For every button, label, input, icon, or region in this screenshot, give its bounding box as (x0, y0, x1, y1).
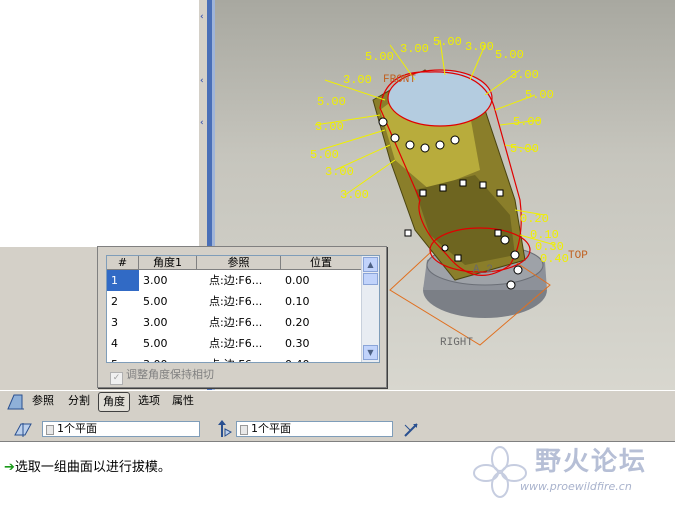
drag-handle[interactable] (390, 133, 400, 143)
drag-handle[interactable] (496, 189, 504, 197)
datum-label-front: FRONT (383, 74, 416, 86)
draft-surfaces-value: 1个平面 (57, 422, 97, 435)
drag-handle[interactable] (419, 189, 427, 197)
dim-label: 3.00 (465, 40, 494, 54)
dim-label: 5.00 (433, 35, 462, 49)
arrow-right-icon: ➔ (4, 460, 15, 475)
draft-angle-table[interactable]: # 角度1 参照 位置 1 3.00 点:边:F6... 0.00 2 5.00… (106, 255, 380, 363)
table-cell-ref[interactable]: 点:边:F6... (197, 291, 281, 312)
prompt-text: 选取一组曲面以进行拔模。 (14, 460, 171, 475)
flip-direction-icon[interactable] (402, 421, 420, 439)
table-cell-num[interactable]: 5 (107, 354, 139, 362)
table-cell-ref[interactable]: 点:边:F6... (197, 333, 281, 354)
table-cell-angle[interactable]: 3.00 (139, 354, 197, 362)
drag-handle[interactable] (405, 140, 415, 150)
tab-options[interactable]: 选项 (136, 392, 162, 410)
watermark-text: 野火论坛 (535, 447, 648, 477)
draft-surfaces-collector[interactable]: 1个平面 (42, 421, 200, 437)
drag-handle[interactable] (494, 229, 502, 237)
collector-icon (240, 425, 248, 435)
chevron-left-icon[interactable]: ‹ (200, 77, 206, 86)
collector-icon (46, 425, 54, 435)
table-cell-ref[interactable]: 点:边:F6... (197, 270, 281, 291)
drag-handle[interactable] (479, 181, 487, 189)
drag-handle[interactable] (454, 254, 462, 262)
table-cell-num[interactable]: 4 (107, 333, 139, 354)
table-cell-pos[interactable]: 0.20 (281, 312, 362, 333)
dim-label: 5.00 (310, 148, 339, 162)
col-header-ref[interactable]: 参照 (197, 256, 281, 270)
dim-label: 3.00 (510, 68, 539, 82)
drag-handle[interactable] (510, 250, 520, 260)
table-cell-angle[interactable]: 5.00 (139, 291, 197, 312)
table-cell-num[interactable]: 2 (107, 291, 139, 312)
drag-handle[interactable] (450, 135, 460, 145)
draft-feature-icon (7, 394, 24, 410)
draft-angle-table-panel: # 角度1 参照 位置 1 3.00 点:边:F6... 0.00 2 5.00… (97, 246, 387, 388)
dim-label: 3.00 (400, 42, 429, 56)
tab-angles[interactable]: 角度 (98, 392, 130, 412)
pull-direction-collector[interactable]: 1个平面 (236, 421, 393, 437)
dim-label: 0.40 (540, 252, 569, 266)
table-cell-num[interactable]: 3 (107, 312, 139, 333)
keep-tangent-checkbox[interactable]: ✓ 调整角度保持相切 (110, 366, 214, 385)
draft-hinge-icon (218, 420, 232, 437)
drag-handle[interactable] (459, 179, 467, 187)
table-cell-pos[interactable]: 0.40 (281, 354, 362, 362)
table-cell-ref[interactable]: 点:边:F6... (197, 354, 281, 362)
draft-surface-icon (14, 423, 32, 437)
table-cell-angle[interactable]: 3.00 (139, 312, 197, 333)
keep-tangent-label: 调整角度保持相切 (126, 368, 214, 381)
dim-label: 5.00 (317, 95, 346, 109)
draft-dashboard: 参照 分割 角度 选项 属性 1个平面 1个平面 (0, 390, 675, 442)
table-cell-num[interactable]: 1 (107, 270, 139, 291)
drag-handle[interactable] (435, 140, 445, 150)
dim-label: 3.00 (340, 188, 369, 202)
datum-label-right: RIGHT (440, 337, 473, 349)
chevron-left-icon[interactable]: ‹ (200, 119, 206, 128)
scroll-down-icon[interactable]: ▼ (363, 345, 378, 360)
table-cell-pos[interactable]: 0.10 (281, 291, 362, 312)
drag-handle[interactable] (441, 244, 449, 252)
table-scrollbar[interactable]: ▲ ▼ (361, 256, 379, 362)
tab-properties[interactable]: 属性 (170, 392, 196, 410)
drag-handle[interactable] (439, 184, 447, 192)
table-cell-pos[interactable]: 0.00 (281, 270, 362, 291)
dim-label: 3.00 (325, 165, 354, 179)
drag-handle[interactable] (378, 117, 388, 127)
checkbox-icon[interactable]: ✓ (110, 372, 123, 385)
dim-label: 5.00 (365, 50, 394, 64)
dim-label: 0.20 (520, 212, 549, 226)
col-header-num[interactable]: # (107, 256, 139, 270)
dim-label: 5.00 (525, 88, 554, 102)
tab-references[interactable]: 参照 (30, 392, 56, 410)
dim-label: 5.00 (510, 142, 539, 156)
drag-handle[interactable] (513, 265, 523, 275)
table-cell-angle[interactable]: 3.00 (139, 270, 197, 291)
drag-handle[interactable] (506, 280, 516, 290)
dim-label: 3.00 (315, 120, 344, 134)
prompt-message: ➔选取一组曲面以进行拔模。 (4, 456, 171, 475)
table-cell-angle[interactable]: 5.00 (139, 333, 197, 354)
table-cell-ref[interactable]: 点:边:F6... (197, 312, 281, 333)
watermark-url: www.proewildfire.cn (520, 480, 632, 493)
chevron-left-icon[interactable]: ‹ (200, 13, 206, 22)
axis-label: A_2 (473, 264, 493, 276)
scroll-thumb[interactable] (363, 273, 378, 285)
scroll-up-icon[interactable]: ▲ (363, 257, 378, 272)
pull-direction-value: 1个平面 (251, 422, 291, 435)
table-cell-pos[interactable]: 0.30 (281, 333, 362, 354)
model-tree-panel[interactable] (0, 0, 200, 247)
datum-label-top: TOP (568, 250, 588, 262)
col-header-pos[interactable]: 位置 (281, 256, 362, 270)
drag-handle[interactable] (500, 235, 510, 245)
dim-label: 5.00 (513, 115, 542, 129)
drag-handle[interactable] (420, 143, 430, 153)
col-header-angle[interactable]: 角度1 (139, 256, 197, 270)
dim-label: 5.00 (495, 48, 524, 62)
dim-label: 3.00 (343, 73, 372, 87)
tab-split[interactable]: 分割 (66, 392, 92, 410)
drag-handle[interactable] (404, 229, 412, 237)
